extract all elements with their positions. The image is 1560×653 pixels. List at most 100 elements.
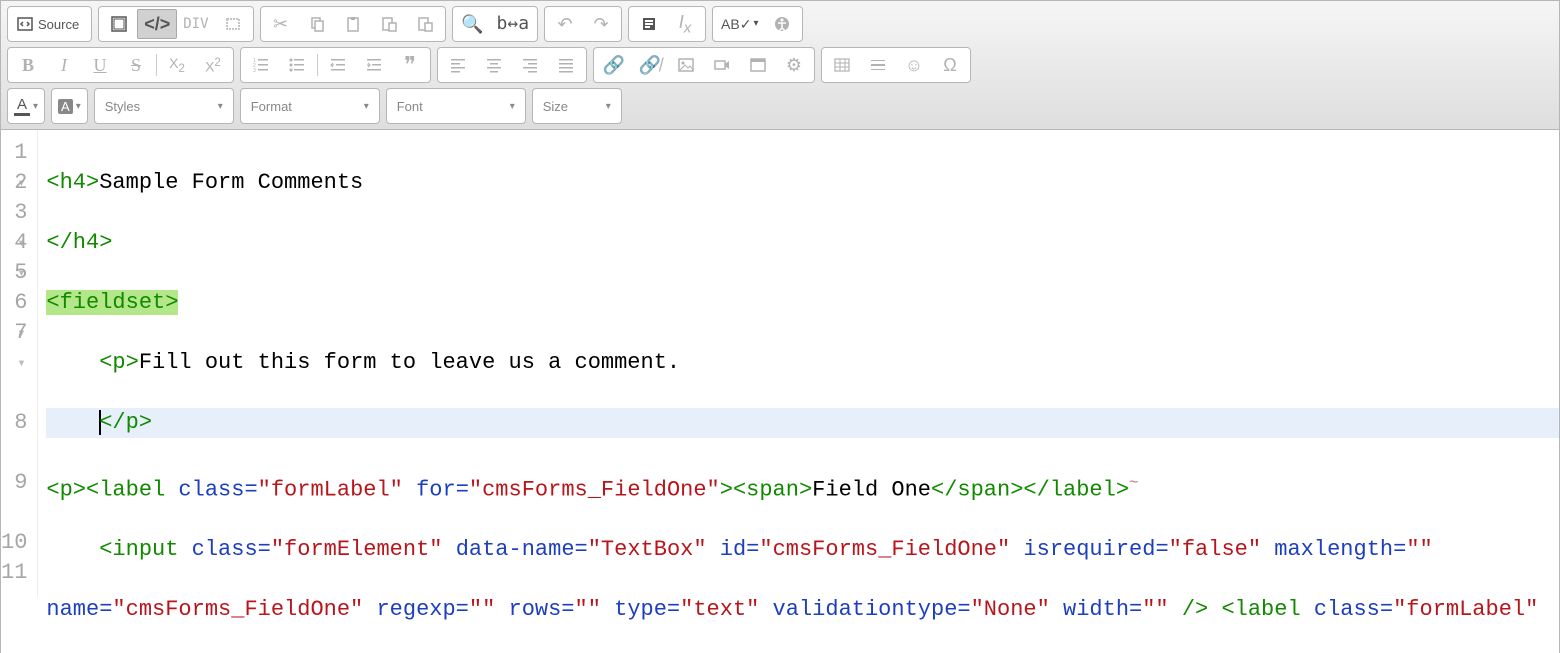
paste-button[interactable] bbox=[335, 9, 371, 39]
svg-text:3: 3 bbox=[253, 68, 256, 74]
font-combo[interactable]: Font ▾ bbox=[386, 88, 526, 124]
text-color-button[interactable]: A ▾ bbox=[7, 88, 45, 124]
bold-button[interactable]: B bbox=[10, 50, 46, 80]
copy-icon bbox=[308, 15, 326, 33]
templates-button[interactable] bbox=[101, 9, 137, 39]
code-editor[interactable]: 1▾ 2 3▾ 4▾ 5 6▾ 7▾ 8 9 10 11 <h4>Sample … bbox=[1, 130, 1559, 597]
gear-icon: ⚙ bbox=[786, 56, 802, 74]
remove-format-icon: Ix bbox=[679, 13, 692, 36]
accessibility-icon bbox=[773, 15, 791, 33]
align-center-button[interactable] bbox=[476, 50, 512, 80]
blockquote-button[interactable]: ❞ bbox=[392, 50, 428, 80]
underline-icon: U bbox=[94, 56, 107, 74]
subscript-icon: X2 bbox=[169, 56, 185, 74]
bg-color-button[interactable]: A ▾ bbox=[51, 88, 88, 124]
source-label: Source bbox=[38, 17, 79, 32]
size-label: Size bbox=[543, 99, 568, 114]
link-button[interactable]: 🔗 bbox=[596, 50, 632, 80]
chevron-down-icon: ▾ bbox=[33, 101, 38, 112]
numbered-list-button[interactable]: 123 bbox=[243, 50, 279, 80]
copy-button[interactable] bbox=[299, 9, 335, 39]
cut-button[interactable]: ✂ bbox=[263, 9, 299, 39]
select-all-button[interactable] bbox=[631, 9, 667, 39]
paste-word-button[interactable] bbox=[407, 9, 443, 39]
undo-button[interactable]: ↶ bbox=[547, 9, 583, 39]
line-gutter: 1▾ 2 3▾ 4▾ 5 6▾ 7▾ 8 9 10 11 bbox=[1, 130, 38, 597]
undo-icon: ↶ bbox=[558, 15, 573, 33]
redo-icon: ↷ bbox=[594, 15, 609, 33]
settings-button[interactable]: ⚙ bbox=[776, 50, 812, 80]
text-color-icon: A bbox=[17, 97, 27, 112]
superscript-icon: X2 bbox=[205, 57, 221, 74]
cut-icon: ✂ bbox=[273, 15, 288, 33]
italic-button[interactable]: I bbox=[46, 50, 82, 80]
chevron-down-icon: ▾ bbox=[606, 101, 611, 112]
link-icon: 🔗 bbox=[603, 56, 625, 74]
paste-text-button[interactable] bbox=[371, 9, 407, 39]
italic-icon: I bbox=[61, 56, 67, 74]
font-label: Font bbox=[397, 99, 423, 114]
hr-icon bbox=[869, 56, 887, 74]
omega-icon: Ω bbox=[943, 56, 956, 74]
bullet-list-button[interactable] bbox=[279, 50, 315, 80]
chevron-down-icon: ▾ bbox=[510, 101, 515, 112]
unlink-icon: 🔗̸ bbox=[639, 56, 661, 74]
iframe-button[interactable] bbox=[740, 50, 776, 80]
editor-container: Source </> DIV ✂ 🔍 b↔a ↶ bbox=[0, 0, 1560, 653]
toolbar: Source </> DIV ✂ 🔍 b↔a ↶ bbox=[1, 1, 1559, 130]
accessibility-button[interactable] bbox=[764, 9, 800, 39]
format-combo[interactable]: Format▾ bbox=[240, 88, 380, 124]
subscript-button[interactable]: X2 bbox=[159, 50, 195, 80]
select-all-icon bbox=[640, 15, 658, 33]
code-content[interactable]: <h4>Sample Form Comments </h4> <fieldset… bbox=[38, 130, 1560, 597]
styles-combo[interactable]: Styles ▾ bbox=[94, 88, 234, 124]
find-button[interactable]: 🔍 bbox=[455, 9, 491, 39]
replace-icon: b↔a bbox=[497, 15, 530, 33]
image-icon bbox=[677, 56, 695, 74]
chevron-down-icon: ▾ bbox=[753, 19, 758, 29]
align-justify-button[interactable] bbox=[548, 50, 584, 80]
hr-button[interactable] bbox=[860, 50, 896, 80]
spellcheck-button[interactable]: AB✓▾ bbox=[715, 9, 764, 39]
code-view-button[interactable]: </> bbox=[137, 9, 177, 39]
replace-button[interactable]: b↔a bbox=[491, 9, 536, 39]
size-combo[interactable]: Size ▾ bbox=[532, 88, 622, 124]
outdent-button[interactable] bbox=[320, 50, 356, 80]
div-button[interactable]: DIV bbox=[177, 9, 214, 39]
templates-icon bbox=[110, 15, 128, 33]
spellcheck-icon: AB✓ bbox=[721, 17, 751, 31]
source-icon bbox=[16, 15, 34, 33]
ol-icon: 123 bbox=[252, 56, 270, 74]
align-right-icon bbox=[521, 56, 539, 74]
chevron-down-icon: ▾ bbox=[218, 101, 223, 112]
align-center-icon bbox=[485, 56, 503, 74]
show-blocks-button[interactable] bbox=[215, 9, 251, 39]
table-button[interactable] bbox=[824, 50, 860, 80]
indent-button[interactable] bbox=[356, 50, 392, 80]
redo-button[interactable]: ↷ bbox=[583, 9, 619, 39]
align-left-icon bbox=[449, 56, 467, 74]
strike-button[interactable]: S bbox=[118, 50, 154, 80]
remove-format-button[interactable]: Ix bbox=[667, 9, 703, 39]
emoji-button[interactable]: ☺ bbox=[896, 50, 932, 80]
strike-icon: S bbox=[131, 56, 141, 74]
styles-label: Styles bbox=[105, 99, 140, 114]
ul-icon bbox=[288, 56, 306, 74]
special-char-button[interactable]: Ω bbox=[932, 50, 968, 80]
superscript-button[interactable]: X2 bbox=[195, 50, 231, 80]
paste-word-icon bbox=[416, 15, 434, 33]
emoji-icon: ☺ bbox=[905, 56, 923, 74]
div-icon: DIV bbox=[183, 17, 208, 31]
unlink-button[interactable]: 🔗̸ bbox=[632, 50, 668, 80]
align-left-button[interactable] bbox=[440, 50, 476, 80]
search-icon: 🔍 bbox=[461, 15, 483, 33]
image-button[interactable] bbox=[668, 50, 704, 80]
paste-text-icon bbox=[380, 15, 398, 33]
video-icon bbox=[713, 56, 731, 74]
underline-button[interactable]: U bbox=[82, 50, 118, 80]
align-right-button[interactable] bbox=[512, 50, 548, 80]
align-justify-icon bbox=[557, 56, 575, 74]
source-button[interactable]: Source bbox=[10, 9, 89, 39]
video-button[interactable] bbox=[704, 50, 740, 80]
quote-icon: ❞ bbox=[404, 54, 416, 76]
